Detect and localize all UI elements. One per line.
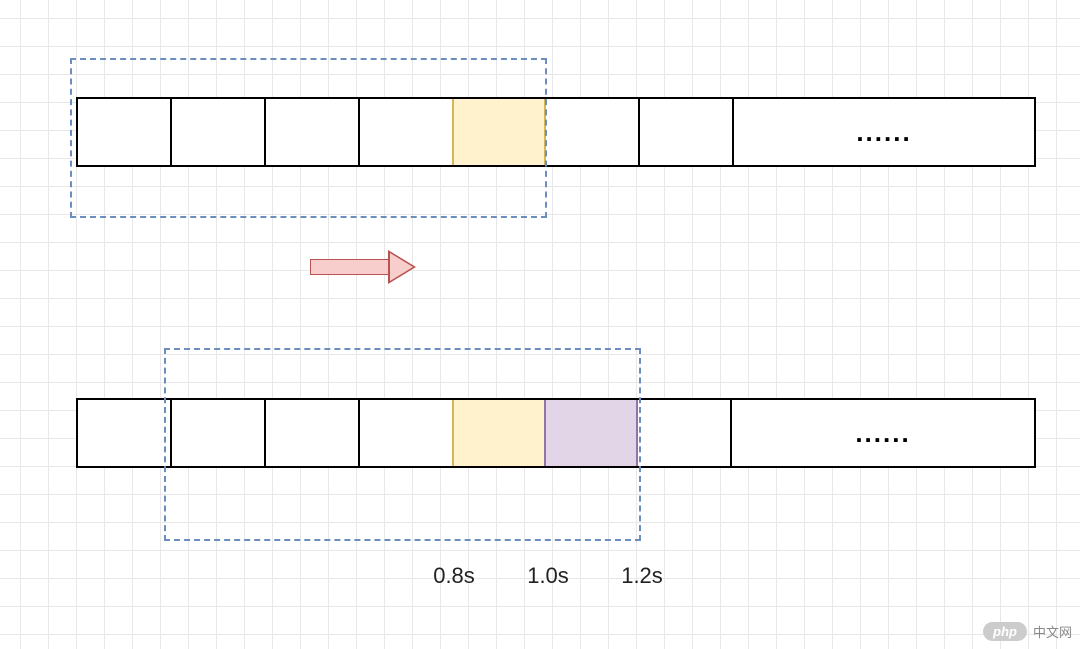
watermark-text: 中文网	[1033, 622, 1072, 641]
cell-bottom-6	[638, 400, 732, 466]
watermark-badge: php	[983, 622, 1027, 641]
cell-bottom-4-previous	[452, 400, 546, 466]
cell-bottom-0	[78, 400, 172, 466]
cell-top-3	[360, 99, 454, 165]
cell-bottom-2	[266, 400, 360, 466]
watermark: php 中文网	[983, 622, 1072, 641]
cell-bottom-5-current	[544, 400, 638, 466]
cell-top-1	[172, 99, 266, 165]
timeline-bottom: ......	[76, 398, 1036, 468]
label-t1: 0.8s	[433, 563, 475, 589]
cell-top-0	[78, 99, 172, 165]
cell-top-6	[640, 99, 734, 165]
cell-bottom-3	[360, 400, 454, 466]
cell-top-ellipsis: ......	[734, 99, 1034, 165]
timeline-top: ......	[76, 97, 1036, 167]
cell-top-2	[266, 99, 360, 165]
label-t3: 1.2s	[621, 563, 663, 589]
cell-top-4-current	[452, 99, 546, 165]
label-t2: 1.0s	[527, 563, 569, 589]
time-labels: 0.8s 1.0s 1.2s	[76, 563, 1036, 593]
cell-top-5	[546, 99, 640, 165]
cell-bottom-ellipsis: ......	[732, 400, 1034, 466]
cell-bottom-1	[172, 400, 266, 466]
arrow-right-icon	[310, 250, 420, 284]
